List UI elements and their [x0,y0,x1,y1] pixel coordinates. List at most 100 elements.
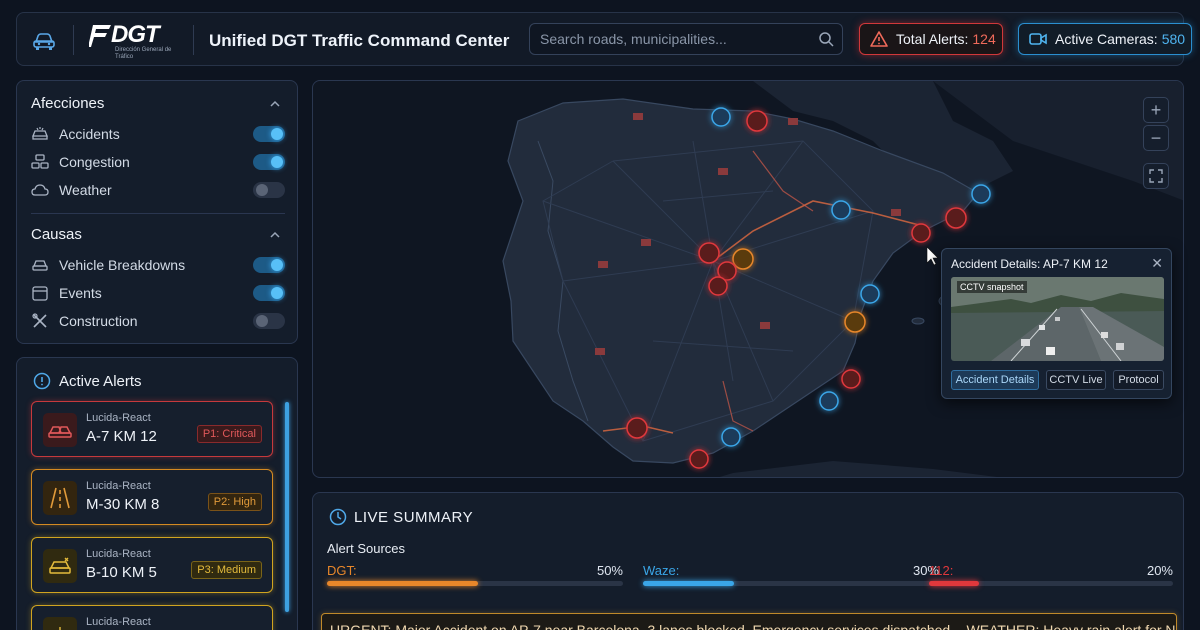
search-icon[interactable] [818,31,834,47]
alert-sources-label: Alert Sources [327,541,406,556]
alert-card[interactable]: Lucida-React [31,605,273,630]
map-marker-red[interactable] [626,417,648,439]
filters-panel: Afecciones Accidents Congestion Weather … [16,80,298,344]
filter-label: Vehicle Breakdowns [59,257,186,273]
source-bar-112: 112: 20% [929,563,1173,593]
filter-label: Events [59,285,102,301]
ibiza-island [911,317,925,325]
filter-accidents[interactable]: Accidents [31,123,285,145]
alerts-scrollbar[interactable] [285,402,289,612]
live-summary-panel: LIVE SUMMARY Alert Sources DGT: 50% Waze… [312,492,1184,630]
filter-vehicle-breakdowns[interactable]: Vehicle Breakdowns [31,254,285,276]
video-camera-icon [1029,33,1047,45]
cctv-live-button[interactable]: CCTV Live [1046,370,1106,390]
map-marker-orange[interactable] [844,311,866,333]
weather-toggle[interactable] [253,182,285,198]
toggle-knob [271,128,283,140]
expand-icon [1149,169,1163,183]
chevron-up-icon[interactable] [269,229,281,241]
events-toggle[interactable] [253,285,285,301]
map-marker-red[interactable] [689,449,709,469]
alert-card[interactable]: Lucida-React A-7 KM 12 P1: Critical [31,401,273,457]
progress-fill [327,581,478,586]
map-marker-blue[interactable] [711,107,731,127]
alert-card[interactable]: Lucida-React M-30 KM 8 P2: High [31,469,273,525]
toggle-knob [271,156,283,168]
zoom-out-button[interactable]: − [1143,125,1169,151]
africa-landmass [719,461,997,477]
progress-track [929,581,1173,586]
accidents-toggle[interactable] [253,126,285,142]
congestion-toggle[interactable] [253,154,285,170]
sun-icon [59,627,61,630]
progress-fill [929,581,979,586]
page-title: Unified DGT Traffic Command Center [209,31,510,50]
active-cameras-badge[interactable]: Active Cameras: 580 [1018,23,1192,55]
accident-details-button[interactable]: Accident Details [951,370,1039,390]
logo-text: DGT [111,21,160,48]
total-alerts-label: Total Alerts: [896,31,969,47]
car-icon[interactable] [31,27,57,53]
filter-label: Accidents [59,126,120,142]
map-marker-blue[interactable] [721,427,741,447]
car-crash-icon [32,127,48,140]
traffic-icon [31,154,49,169]
dgt-logo-mark-icon [89,25,111,47]
active-alerts-title: Active Alerts [59,373,142,390]
header-divider [73,25,74,55]
live-summary-title: LIVE SUMMARY [354,509,474,526]
map-marker-orange[interactable] [732,248,754,270]
cctv-snapshot[interactable]: CCTV snapshot [951,277,1164,361]
filter-label: Weather [59,182,112,198]
mouse-cursor-icon [926,246,939,266]
filter-construction[interactable]: Construction [31,310,285,332]
warning-icon [870,31,888,47]
filter-label: Construction [59,313,138,329]
accident-details-popup: Accident Details: AP-7 KM 12 ✕ CCTV snap… [941,248,1172,399]
cloud-icon [31,184,49,196]
source-name: DGT: [327,563,357,578]
logo-subtitle: Dirección General de Tráfico [115,47,172,60]
map-marker-red[interactable] [945,207,967,229]
alert-icon-box [43,549,77,583]
progress-track [643,581,939,586]
section-divider [31,213,285,214]
map-marker-blue[interactable] [971,184,991,204]
chevron-up-icon[interactable] [269,98,281,110]
close-icon[interactable]: ✕ [1151,255,1163,272]
search-box[interactable] [529,23,843,55]
map-marker-red[interactable] [911,223,931,243]
map-marker-blue[interactable] [860,284,880,304]
construction-toggle[interactable] [253,313,285,329]
protocol-button[interactable]: Protocol [1113,370,1164,390]
fullscreen-button[interactable] [1143,163,1169,189]
alert-location: M-30 KM 8 [86,496,160,513]
alert-icon-box [43,617,77,630]
map-marker-red[interactable] [746,110,768,132]
map-marker-red[interactable] [698,242,720,264]
alert-source: Lucida-React [86,480,151,492]
filter-weather[interactable]: Weather [31,179,285,201]
map-marker-red[interactable] [708,276,728,296]
active-alerts-panel: Active Alerts Lucida-React A-7 KM 12 P1:… [16,357,298,630]
source-name: 112: [929,563,954,578]
dgt-logo: DGT Dirección General de Tráfico [89,21,181,61]
car-crash-icon [48,426,72,438]
alert-icon-box [43,481,77,515]
top-header: DGT Dirección General de Tráfico Unified… [16,12,1192,66]
filter-congestion[interactable]: Congestion [31,151,285,173]
zoom-in-button[interactable]: + [1143,97,1169,123]
map-marker-red[interactable] [841,369,861,389]
search-input[interactable] [540,24,810,54]
filter-events[interactable]: Events [31,282,285,304]
filter-label: Congestion [59,154,130,170]
alert-card[interactable]: Lucida-React B-10 KM 5 P3: Medium [31,537,273,593]
toggle-knob [271,287,283,299]
total-alerts-badge[interactable]: Total Alerts: 124 [859,23,1003,55]
afecciones-title: Afecciones [31,95,105,112]
map-marker-blue[interactable] [819,391,839,411]
priority-badge: P1: Critical [196,425,262,443]
vehicle-breakdowns-toggle[interactable] [253,257,285,273]
news-ticker[interactable]: URGENT: Major Accident on AP-7 near Barc… [321,613,1177,630]
map-marker-blue[interactable] [831,200,851,220]
